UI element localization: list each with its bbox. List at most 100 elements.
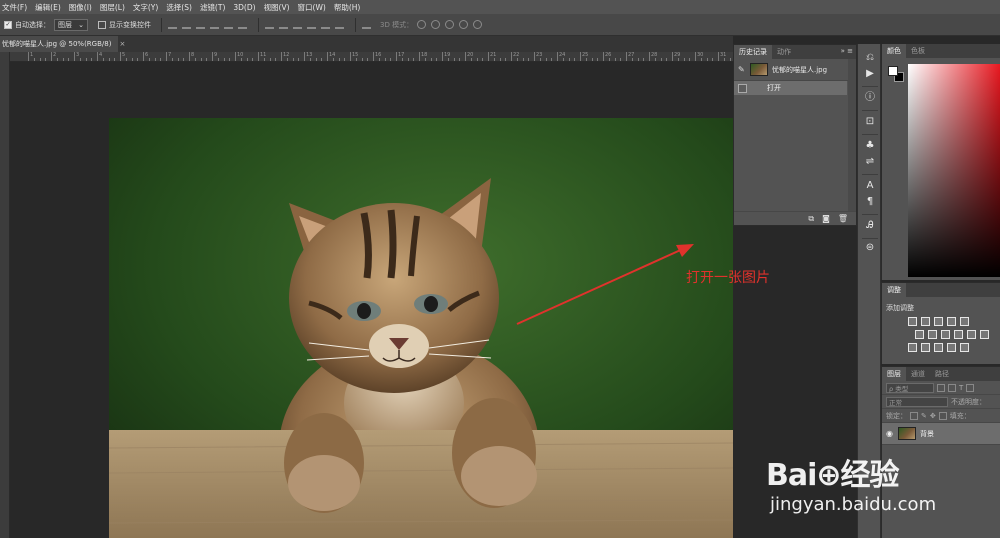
tab-actions[interactable]: 动作 (772, 45, 796, 59)
glyphs-icon[interactable]: Ꭿ (864, 220, 876, 232)
align-right-icon[interactable] (238, 21, 247, 29)
3d-pan-icon[interactable] (445, 20, 455, 29)
distribute-vcenter-icon[interactable] (279, 21, 288, 29)
posterize-icon[interactable] (921, 343, 930, 352)
ruler-major-tick (327, 52, 328, 61)
hue-saturation-icon[interactable] (915, 330, 924, 339)
collapse-icon[interactable]: » (841, 47, 845, 55)
character-icon[interactable]: A (864, 180, 876, 192)
auto-select-checkbox[interactable]: ✓ (4, 20, 12, 29)
3d-roll-icon[interactable] (431, 20, 441, 29)
lock-all-icon[interactable] (938, 411, 947, 420)
menu-help[interactable]: 帮助(H) (334, 2, 361, 13)
align-bottom-icon[interactable] (196, 21, 205, 29)
type-filter-icon[interactable]: T (959, 384, 963, 392)
align-hcenter-icon[interactable] (224, 21, 233, 29)
menu-layer[interactable]: 图层(L) (100, 2, 125, 13)
panel-menu-icon[interactable]: ≡ (847, 47, 853, 55)
trash-icon[interactable]: 🗑 (838, 214, 848, 223)
tab-color[interactable]: 颜色 (882, 44, 906, 58)
properties-icon[interactable]: ⊡ (864, 116, 876, 128)
scrollbar[interactable] (848, 59, 856, 211)
gradient-map-icon[interactable] (947, 343, 956, 352)
color-spectrum[interactable] (908, 64, 1000, 277)
ruler-major-tick (534, 52, 535, 61)
3d-slide-icon[interactable] (459, 20, 469, 29)
separator (862, 214, 878, 215)
color-lookup-icon[interactable] (980, 330, 989, 339)
vibrance-icon[interactable] (960, 317, 969, 326)
canvas-area[interactable] (10, 62, 733, 538)
levels-icon[interactable] (921, 317, 930, 326)
color-balance-icon[interactable] (928, 330, 937, 339)
actions-play-icon[interactable]: ▶ (864, 68, 876, 80)
close-icon[interactable]: × (119, 40, 125, 48)
history-panel-icon[interactable]: ⎌ (864, 52, 876, 64)
3d-rotate-icon[interactable] (417, 20, 427, 29)
distribute-right-icon[interactable] (335, 21, 344, 29)
align-left-icon[interactable] (210, 21, 219, 29)
menu-select[interactable]: 选择(S) (166, 2, 192, 13)
timeline-icon[interactable]: ⊜ (864, 242, 876, 254)
shape-filter-icon[interactable] (966, 383, 975, 392)
separator (862, 238, 878, 239)
threshold-icon[interactable] (934, 343, 943, 352)
lock-transparent-icon[interactable] (910, 411, 918, 420)
lock-position-icon[interactable]: ✥ (930, 412, 936, 420)
brush-presets-icon[interactable]: ♣ (864, 140, 876, 152)
curves-icon[interactable] (934, 317, 943, 326)
tab-channels[interactable]: 通道 (906, 367, 930, 381)
layer-filter-dropdown[interactable]: ρ 类型 (886, 382, 934, 393)
adjustment-row (908, 343, 1000, 352)
brightness-contrast-icon[interactable] (908, 317, 917, 326)
fill-label: 填充： (949, 411, 971, 420)
pixel-filter-icon[interactable] (937, 383, 945, 392)
distribute-bottom-icon[interactable] (293, 21, 302, 29)
menu-view[interactable]: 视图(V) (264, 2, 290, 13)
options-bar: ✓ 自动选择： 图层 ⌄ 显示变换控件 3D 模式： (0, 14, 1000, 36)
distribute-left-icon[interactable] (307, 21, 316, 29)
menu-edit[interactable]: 编辑(E) (35, 2, 61, 13)
tab-paths[interactable]: 路径 (930, 367, 954, 381)
blend-mode-dropdown[interactable]: 正常 (886, 396, 948, 407)
brush-settings-icon[interactable]: ⇌ (864, 156, 876, 168)
auto-align-icon[interactable] (362, 21, 371, 29)
photo-filter-icon[interactable] (954, 330, 963, 339)
ruler-major-tick (120, 52, 121, 61)
channel-mixer-icon[interactable] (967, 330, 976, 339)
selective-color-icon[interactable] (960, 343, 969, 352)
align-top-icon[interactable] (168, 21, 177, 29)
black-white-icon[interactable] (941, 330, 950, 339)
new-document-from-state-icon[interactable]: ⧉ (808, 214, 814, 224)
menu-image[interactable]: 图像(I) (69, 2, 92, 13)
history-snapshot[interactable]: ✎ 忧郁的喵星人.jpg (734, 59, 856, 81)
distribute-hcenter-icon[interactable] (321, 21, 330, 29)
menu-type[interactable]: 文字(Y) (133, 2, 158, 13)
menu-3d[interactable]: 3D(D) (233, 3, 255, 12)
paragraph-icon[interactable]: ¶ (864, 196, 876, 208)
exposure-icon[interactable] (947, 317, 956, 326)
menu-file[interactable]: 文件(F) (2, 2, 27, 13)
menu-filter[interactable]: 滤镜(T) (200, 2, 225, 13)
3d-scale-icon[interactable] (473, 20, 483, 29)
menu-window[interactable]: 窗口(W) (298, 2, 326, 13)
adjustment-filter-icon[interactable] (948, 383, 956, 392)
tab-swatches[interactable]: 色板 (906, 44, 930, 58)
info-icon[interactable]: ⓘ (864, 92, 876, 104)
foreground-color-swatch[interactable] (888, 66, 898, 76)
history-brush-icon[interactable]: ✎ (738, 65, 750, 74)
tab-adjustments[interactable]: 调整 (882, 283, 906, 297)
history-state-open[interactable]: 打开 (734, 81, 847, 95)
show-transform-checkbox[interactable] (98, 20, 106, 29)
horizontal-ruler: 1 2 3 4 5 6 7 8 9 10 11 12 13 14 15 16 17 18 19 20 21 22 23 24 2… (10, 52, 733, 62)
camera-icon[interactable]: ◙ (822, 214, 830, 223)
align-vcenter-icon[interactable] (182, 21, 191, 29)
lock-pixels-icon[interactable]: ✎ (921, 412, 927, 420)
document-tab[interactable]: 忧郁的喵星人.jpg @ 50%(RGB/8) × (0, 36, 125, 52)
tab-layers[interactable]: 图层 (882, 367, 906, 381)
tab-history[interactable]: 历史记录 (734, 45, 772, 59)
ruler-number: 5 (122, 52, 126, 58)
auto-select-dropdown[interactable]: 图层 ⌄ (54, 18, 88, 31)
invert-icon[interactable] (908, 343, 917, 352)
distribute-top-icon[interactable] (265, 21, 274, 29)
